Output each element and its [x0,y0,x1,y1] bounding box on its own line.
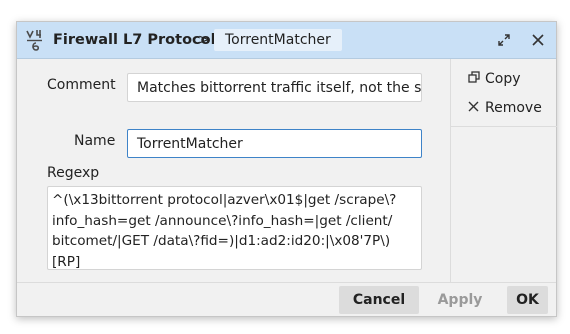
l7-protocol-dialog: Firewall L7 Protocol > TorrentMatcher Co… [16,21,557,317]
restore-icon [498,34,510,46]
regexp-line: info_hash=get /announce\?info_hash=|get … [52,212,393,229]
copy-button[interactable]: Copy [467,68,521,90]
copy-icon [467,68,480,90]
remove-button[interactable]: Remove [467,97,542,119]
regexp-label: Regexp [47,165,100,181]
regexp-line: ^(\x13bittorrent protocol|azver\x01$|get… [52,192,397,208]
comment-label: Comment [47,77,116,93]
ok-button[interactable]: OK [507,286,548,314]
name-label: Name [74,133,116,149]
remove-icon [467,97,480,119]
cancel-button[interactable]: Cancel [339,286,419,314]
title-item-name: TorrentMatcher [214,29,342,51]
side-divider [451,126,557,127]
close-button[interactable] [528,30,548,50]
comment-field[interactable]: Matches bittorrent traffic itself, not t… [127,73,422,102]
restore-button[interactable] [494,30,514,50]
side-panel: Copy Remove [450,59,557,282]
name-field[interactable]: TorrentMatcher [127,129,422,158]
copy-label: Copy [485,71,521,87]
close-icon [532,34,544,46]
title-bar[interactable]: Firewall L7 Protocol > TorrentMatcher [17,22,556,59]
apply-button[interactable]: Apply [426,286,494,314]
window-title: Firewall L7 Protocol [53,32,216,48]
title-separator: > [198,32,211,48]
regexp-line: bitcomet/|GET /data\?fid=)|d1:ad2:id20:|… [52,233,391,249]
regexp-line: [RP] [52,253,81,270]
form-area: Comment Matches bittorrent traffic itsel… [17,59,450,282]
winbox-icon [25,28,47,52]
regexp-textarea[interactable]: ^(\x13bittorrent protocol|azver\x01$|get… [47,186,422,270]
remove-label: Remove [485,100,542,116]
footer-bar: Cancel Apply OK [17,282,556,316]
